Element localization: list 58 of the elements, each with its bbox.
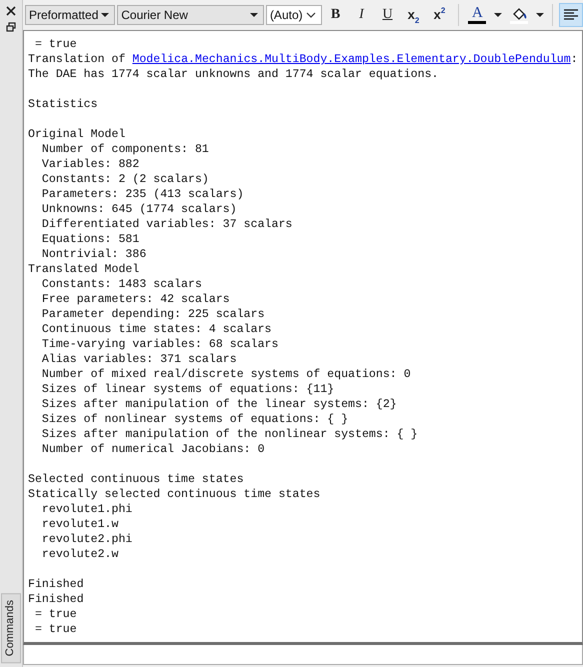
log-line: Variables: 882 [40, 157, 140, 172]
log-line: revolute2.w [40, 547, 120, 562]
bold-button[interactable]: B [324, 3, 348, 27]
caret-icon[interactable] [536, 13, 544, 17]
size-dropdown[interactable]: (Auto) [266, 5, 322, 25]
caret-icon[interactable] [494, 13, 502, 17]
log-line: Number of components: 81 [40, 142, 210, 157]
script-button[interactable]: x$_{2}$ [402, 3, 426, 27]
log-line: Continuous time states: 4 scalars [40, 322, 273, 337]
restore-icon[interactable] [6, 22, 16, 32]
log-line: The DAE has 1774 scalar unknowns and 1774 scalar equations. [28, 67, 440, 82]
align-left-icon [564, 9, 578, 21]
log-line: Sizes of nonlinear systems of equations: { } [40, 412, 350, 427]
log-line: revolute2.phi [40, 532, 134, 547]
commands-tab[interactable]: Commands [1, 592, 21, 663]
underline-button[interactable]: U [376, 3, 400, 27]
log-line: Selected continuous time states [28, 472, 245, 487]
caret-icon [101, 13, 110, 17]
style-dropdown[interactable]: Preformatted [25, 5, 116, 25]
log-line: revolute1.phi [40, 502, 134, 517]
font-dropdown[interactable]: Courier New [117, 5, 264, 25]
log-line: Number of mixed real/discrete systems of equations: 0 [40, 367, 412, 382]
log-line: Equations: 581 [40, 232, 140, 247]
log-line: Sizes after manipulation of the linear systems: {2} [40, 397, 398, 412]
log-line: Parameters: 235 (413 scalars) [40, 187, 245, 202]
log-line: Time-varying variables: 68 scalars [40, 337, 280, 352]
caret-icon [250, 13, 258, 17]
align-left-button[interactable] [558, 3, 583, 27]
log-line: Finished [28, 592, 85, 607]
command-input[interactable] [23, 645, 583, 665]
log-line: Statically selected continuous time states [28, 487, 322, 502]
log-line: Unknowns: 645 (1774 scalars) [40, 202, 238, 217]
log-line: Alias variables: 371 scalars [40, 352, 238, 367]
italic-button[interactable]: I [350, 3, 374, 27]
log-line: = true [34, 607, 78, 622]
log-line: Nontrivial: 386 [40, 247, 148, 262]
log-line: Translated Model [28, 262, 140, 277]
font-color-button[interactable]: A [464, 3, 490, 27]
chevron-icon [306, 12, 316, 18]
log-line: Translation of Modelica.Mechanics.MultiBody.Examples.Elementary.DoublePendulum: [28, 52, 578, 67]
log-line: Sizes of linear systems of equations: {11} [40, 382, 336, 397]
log-line: Number of numerical Jacobians: 0 [40, 442, 266, 457]
log-line: revolute1.w [40, 517, 120, 532]
log-line: Original Model [28, 127, 126, 142]
log-line: = true [34, 622, 78, 637]
log-line: Constants: 1483 scalars [40, 277, 203, 292]
paint-bucket-icon [511, 6, 528, 20]
model-link[interactable]: Modelica.Mechanics.MultiBody.Examples.Elementary.DoublePendulum [132, 53, 571, 66]
log-line: Statistics [28, 97, 99, 112]
log-line: Finished [28, 577, 85, 592]
log-line: Sizes after manipulation of the nonlinear systems: { } [40, 427, 419, 442]
log-line: Differentiated variables: 37 scalars [40, 217, 294, 232]
close-icon[interactable] [6, 6, 16, 16]
log-line: = true [34, 37, 78, 52]
log-line: Constants: 2 (2 scalars) [40, 172, 210, 187]
log-line: Parameter depending: 225 scalars [40, 307, 266, 322]
script-button[interactable]: x$^{2}$ [428, 3, 452, 27]
log-line: Free parameters: 42 scalars [40, 292, 231, 307]
